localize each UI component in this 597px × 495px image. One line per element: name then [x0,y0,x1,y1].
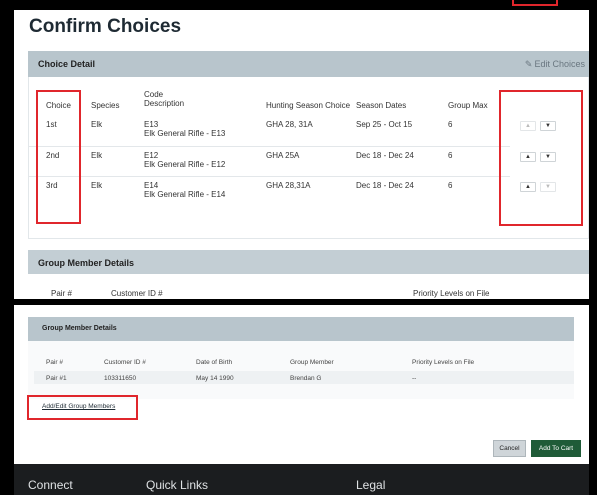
row2-season-dates: Dec 18 - Dec 24 [356,151,414,160]
site-footer: Connect Quick Links Legal [14,464,589,495]
group-member-header-partial: Group Member Details [28,250,589,274]
row2-species: Elk [91,151,103,160]
row3-move-down-button[interactable]: ▼ [540,182,556,192]
group-member-header: Group Member Details [28,317,574,341]
footer-legal[interactable]: Legal [356,478,385,492]
col-hunting-season: Hunting Season Choice [266,101,351,110]
gm-row1-dob: May 14 1990 [196,375,234,382]
row3-description: Elk General Rifle - E14 [144,190,226,199]
gm-partial-col-priority: Priority Levels on File [413,289,490,298]
row1-code: E13 [144,120,159,129]
row1-season-dates: Sep 25 - Oct 15 [356,120,413,129]
group-member-title-partial: Group Member Details [38,258,135,268]
cancel-button[interactable]: Cancel [493,440,526,457]
row1-move-up-button[interactable]: ▲ [520,121,536,131]
gm-col-priority: Priority Levels on File [412,359,475,366]
row1-move-down-button[interactable]: ▼ [540,121,556,131]
gm-col-customer-id: Customer ID # [104,359,146,366]
row1-hunting-season: GHA 28, 31A [266,120,313,129]
row1-description: Elk General Rifle - E13 [144,129,226,138]
confirm-choices-panel: Confirm Choices Choice Detail ✎ Edit Choi… [14,10,589,299]
row3-move-up-button[interactable]: ▲ [520,182,536,192]
group-member-table [28,341,574,399]
row2-move-down-button[interactable]: ▼ [540,152,556,162]
col-choice: Choice [46,101,71,110]
edit-choices-link[interactable]: ✎ Edit Choices [525,59,585,69]
row3-season-dates: Dec 18 - Dec 24 [356,181,414,190]
row3-code: E14 [144,181,159,190]
gm-partial-col-pair: Pair # [51,289,72,298]
row-divider [28,176,510,177]
gm-row1-customer-id: 103311650 [104,375,137,382]
col-code: Code [144,90,164,99]
col-season-dates: Season Dates [356,101,407,110]
add-to-cart-button[interactable]: Add To Cart [531,440,581,457]
gm-row1-priority: -- [412,375,417,382]
row2-code: E12 [144,151,159,160]
gm-col-pair: Pair # [46,359,63,366]
row1-choice: 1st [46,120,57,129]
row2-hunting-season: GHA 25A [266,151,300,160]
row2-description: Elk General Rifle - E12 [144,160,226,169]
group-member-panel: Group Member Details Pair # Customer ID … [14,305,589,464]
row3-choice: 3rd [46,181,58,190]
choice-detail-header: Choice Detail ✎ Edit Choices [28,51,589,77]
gm-partial-col-customer-id: Customer ID # [111,289,163,298]
row1-species: Elk [91,120,103,129]
highlight-box-top-right [512,0,558,6]
row-divider [28,146,510,147]
footer-connect[interactable]: Connect [28,478,73,492]
row3-hunting-season: GHA 28,31A [266,181,311,190]
row1-group-max: 6 [448,120,453,129]
gm-row1-pair: Pair #1 [46,375,67,382]
edit-choices-label: Edit Choices [534,59,585,69]
row2-group-max: 6 [448,151,453,160]
col-species: Species [91,101,120,110]
row3-species: Elk [91,181,103,190]
page-title: Confirm Choices [29,16,182,37]
choice-detail-title: Choice Detail [38,59,96,69]
row2-move-up-button[interactable]: ▲ [520,152,536,162]
pencil-icon: ✎ [524,59,533,69]
gm-col-dob: Date of Birth [196,359,233,366]
row2-choice: 2nd [46,151,60,160]
col-description: Description [144,99,185,108]
add-edit-group-members-link[interactable]: Add/Edit Group Members [42,403,115,410]
gm-col-member: Group Member [290,359,334,366]
gm-row1-member: Brendan G [290,375,322,382]
footer-quick-links[interactable]: Quick Links [146,478,208,492]
col-group-max: Group Max [448,101,488,110]
row3-group-max: 6 [448,181,453,190]
